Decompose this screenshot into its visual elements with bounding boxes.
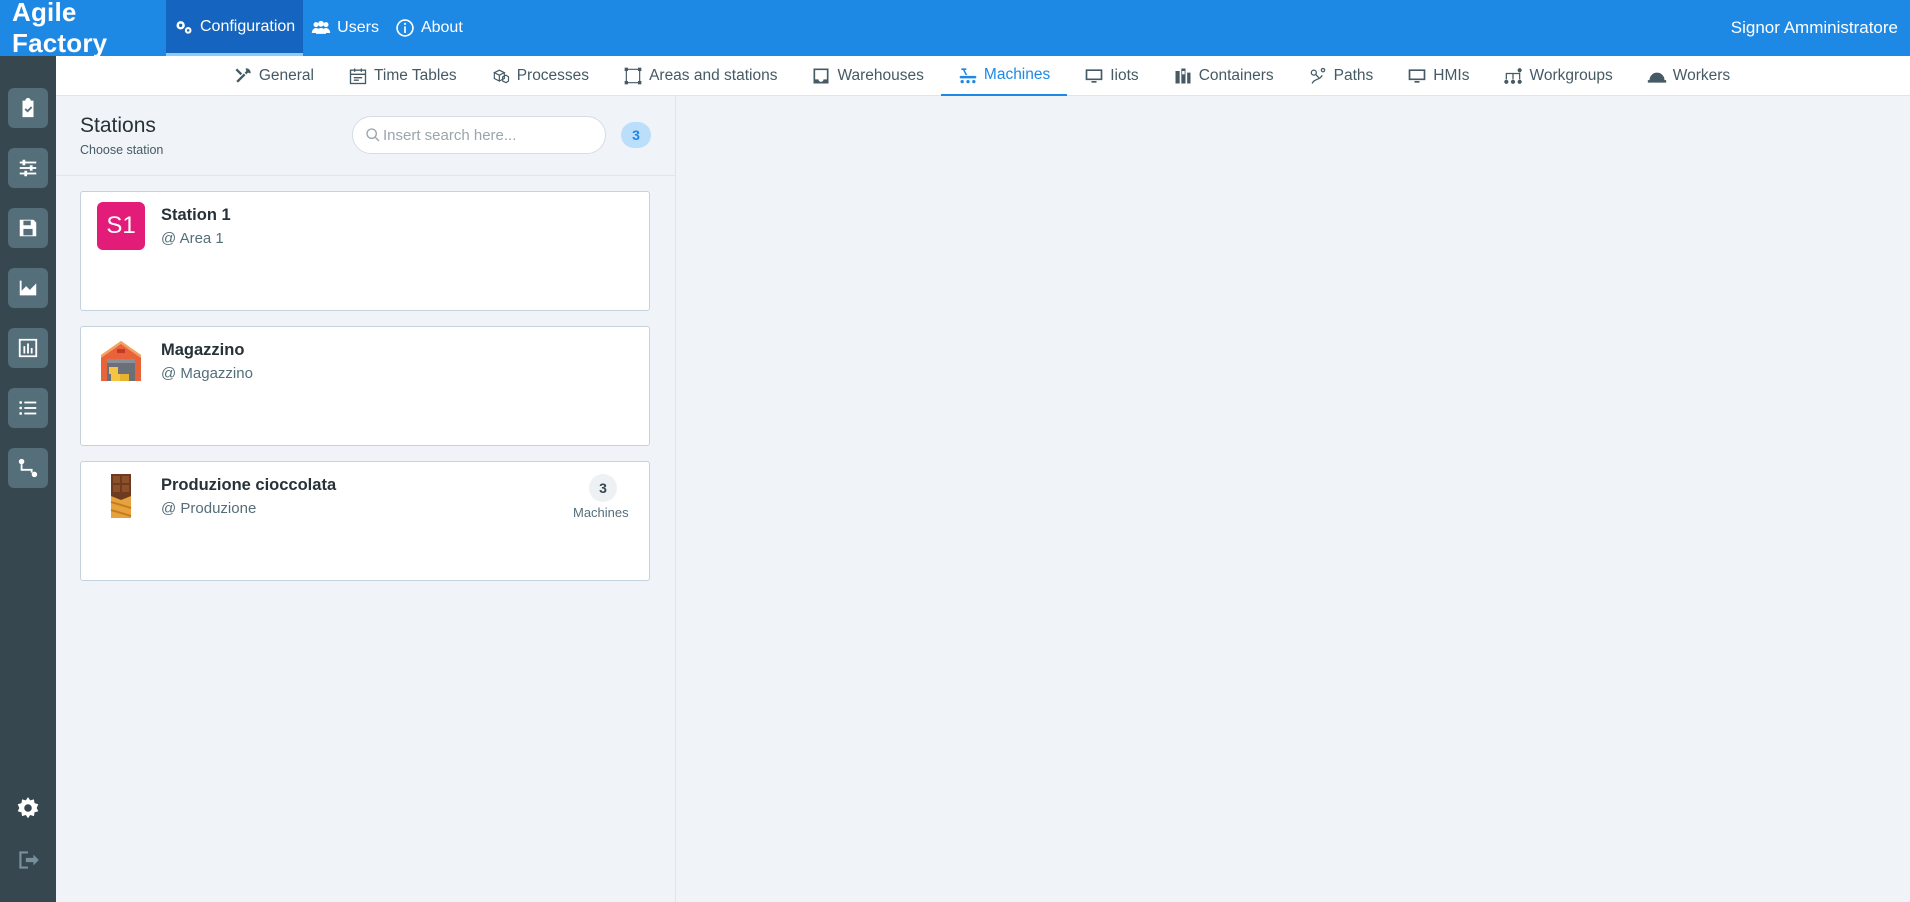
- top-bar: Agile Factory Configuration Users About …: [0, 0, 1910, 59]
- tab-areas-and-stations[interactable]: Areas and stations: [606, 56, 794, 96]
- tab-hmis[interactable]: HMIs: [1390, 56, 1486, 96]
- tab-time-tables-label: Time Tables: [373, 67, 457, 84]
- chocolate-icon: [110, 474, 132, 518]
- tools-icon: [235, 68, 251, 83]
- users-icon: [312, 20, 331, 34]
- topnav-users-label: Users: [337, 19, 379, 36]
- detail-area: [677, 96, 1910, 902]
- save-icon: [19, 219, 37, 237]
- list-icon: [19, 401, 37, 415]
- tab-warehouses-label: Warehouses: [837, 67, 924, 84]
- station-name: Produzione cioccolata: [161, 476, 337, 494]
- monitor-icon: [1085, 69, 1103, 83]
- station-badge-icon: S1: [97, 202, 145, 250]
- panel-title: Stations: [80, 114, 156, 137]
- sidebar-item-save[interactable]: [8, 208, 48, 248]
- machines-count-badge: 3: [589, 474, 617, 502]
- tab-general-label: General: [258, 67, 314, 84]
- topnav-about[interactable]: About: [387, 0, 471, 56]
- bar-chart-icon: [18, 338, 38, 358]
- station-area: @ Produzione: [161, 500, 257, 517]
- workgroups-icon: [1504, 68, 1523, 84]
- search-input[interactable]: [383, 126, 593, 144]
- sidebar-item-list[interactable]: [8, 388, 48, 428]
- sidebar-item-flow[interactable]: [8, 448, 48, 488]
- station-area: @ Magazzino: [161, 365, 253, 382]
- calendar-icon: [349, 68, 367, 85]
- gears-icon: [176, 20, 192, 34]
- tab-processes[interactable]: Processes: [474, 56, 606, 96]
- sidebar-item-tasks[interactable]: [8, 88, 48, 128]
- warehouse-icon: [101, 341, 141, 381]
- tab-containers[interactable]: Containers: [1156, 56, 1291, 96]
- tab-processes-label: Processes: [516, 67, 590, 84]
- sliders-icon: [19, 159, 37, 177]
- tab-time-tables[interactable]: Time Tables: [331, 56, 474, 96]
- tab-warehouses[interactable]: Warehouses: [794, 56, 940, 96]
- stations-count-badge: 3: [621, 122, 651, 148]
- sidebar-item-reports[interactable]: [8, 328, 48, 368]
- tab-containers-label: Containers: [1198, 67, 1274, 84]
- sidebar-item-settings[interactable]: [10, 790, 46, 826]
- flow-icon: [18, 458, 38, 478]
- search-box: [352, 116, 606, 154]
- tab-paths-label: Paths: [1333, 67, 1374, 84]
- containers-icon: [1175, 68, 1191, 84]
- sidebar-item-production[interactable]: [8, 268, 48, 308]
- area-icon: [624, 67, 642, 85]
- logout-icon: [19, 851, 39, 869]
- machines-label: Machines: [573, 505, 629, 520]
- inbox-icon: [813, 68, 829, 84]
- tab-general[interactable]: General: [216, 56, 331, 96]
- factory-chart-icon: [19, 280, 37, 296]
- sidebar-item-settings-sliders[interactable]: [8, 148, 48, 188]
- sidebar: [0, 56, 56, 902]
- tab-iiots[interactable]: Iiots: [1067, 56, 1155, 96]
- station-card[interactable]: Produzione cioccolata @ Produzione 3 Mac…: [80, 461, 650, 581]
- helmet-icon: [1647, 72, 1666, 83]
- config-subnav: General Time Tables Processes Areas and …: [56, 56, 1910, 96]
- monitor-icon: [1408, 69, 1426, 83]
- topnav-users[interactable]: Users: [303, 0, 387, 56]
- path-icon: [1310, 67, 1325, 84]
- app-title[interactable]: Agile Factory: [0, 0, 166, 59]
- tab-workers[interactable]: Workers: [1630, 56, 1747, 96]
- cubes-icon: [492, 69, 509, 84]
- conveyor-icon: [959, 68, 977, 84]
- station-name: Magazzino: [161, 341, 245, 359]
- tab-paths[interactable]: Paths: [1291, 56, 1391, 96]
- panel-subtitle: Choose station: [80, 143, 164, 157]
- top-nav: Configuration Users About: [166, 0, 471, 56]
- tab-machines[interactable]: Machines: [940, 56, 1068, 96]
- gear-icon: [17, 797, 39, 819]
- tab-workgroups[interactable]: Workgroups: [1486, 56, 1629, 96]
- clipboard-check-icon: [22, 97, 34, 118]
- station-name: Station 1: [161, 206, 231, 224]
- tab-hmis-label: HMIs: [1433, 67, 1470, 84]
- stations-panel: Stations Choose station 3 S1 Station 1 @…: [56, 96, 676, 902]
- topnav-about-label: About: [420, 19, 463, 36]
- tab-areas-and-stations-label: Areas and stations: [649, 67, 778, 84]
- stations-panel-header: Stations Choose station 3: [56, 96, 675, 176]
- info-icon: [396, 19, 414, 37]
- tab-machines-label: Machines: [983, 66, 1051, 83]
- sidebar-item-logout[interactable]: [10, 842, 46, 878]
- tab-workgroups-label: Workgroups: [1529, 67, 1613, 84]
- search-icon: [366, 128, 380, 142]
- topnav-configuration-label: Configuration: [200, 17, 296, 35]
- user-menu[interactable]: Signor Amministratore: [1731, 0, 1898, 56]
- tab-iiots-label: Iiots: [1110, 67, 1139, 84]
- station-area: @ Area 1: [161, 230, 224, 247]
- tab-workers-label: Workers: [1672, 67, 1731, 84]
- station-card[interactable]: Magazzino @ Magazzino: [80, 326, 650, 446]
- station-card[interactable]: S1 Station 1 @ Area 1: [80, 191, 650, 311]
- topnav-configuration[interactable]: Configuration: [166, 0, 304, 56]
